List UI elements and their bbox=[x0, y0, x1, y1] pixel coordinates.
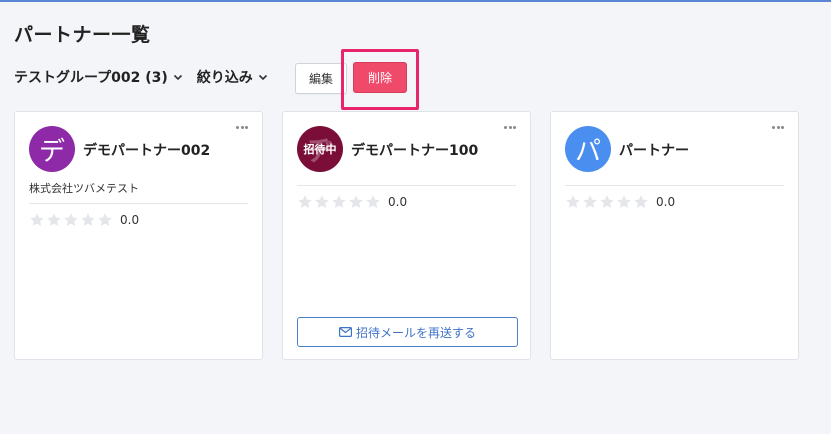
divider bbox=[297, 185, 516, 186]
chevron-down-icon bbox=[173, 74, 182, 81]
rating: 0.0 bbox=[565, 194, 675, 210]
avatar: デ bbox=[29, 126, 75, 172]
star-icon bbox=[600, 195, 614, 208]
more-menu-icon[interactable] bbox=[504, 126, 516, 130]
star-icon bbox=[298, 195, 312, 208]
divider bbox=[565, 185, 784, 186]
star-icon bbox=[81, 213, 95, 226]
star-icon bbox=[349, 195, 363, 208]
group-select-label: テストグループ002 (3) bbox=[14, 70, 168, 86]
resend-invite-button[interactable]: 招待メールを再送する bbox=[297, 317, 518, 347]
star-rating bbox=[297, 194, 382, 210]
star-icon bbox=[315, 195, 329, 208]
chevron-down-icon bbox=[258, 74, 267, 81]
group-select-dropdown[interactable]: テストグループ002 (3) bbox=[14, 67, 183, 87]
partner-name[interactable]: パートナー bbox=[619, 140, 689, 160]
star-icon bbox=[617, 195, 631, 208]
more-menu-icon[interactable] bbox=[772, 126, 784, 130]
edit-button[interactable]: 編集 bbox=[295, 63, 347, 94]
company-name: 株式会社ツバメテスト bbox=[29, 182, 139, 195]
delete-button[interactable]: 削除 bbox=[353, 62, 407, 93]
avatar: ヂ 招待中 bbox=[297, 126, 343, 172]
page-title: パートナー一覧 bbox=[14, 24, 151, 46]
resend-invite-label: 招待メールを再送する bbox=[355, 325, 476, 340]
rating-value: 0.0 bbox=[388, 195, 408, 209]
divider bbox=[29, 203, 248, 204]
star-icon bbox=[332, 195, 346, 208]
avatar: パ bbox=[565, 126, 611, 172]
partner-name[interactable]: デモパートナー100 bbox=[351, 140, 478, 160]
star-icon bbox=[566, 195, 580, 208]
partner-card[interactable]: パ パートナー 0.0 bbox=[550, 111, 799, 360]
star-rating bbox=[29, 212, 114, 228]
star-icon bbox=[634, 195, 648, 208]
partner-card[interactable]: ヂ 招待中 デモパートナー100 0.0 招待メールを再送する bbox=[282, 111, 531, 360]
rating: 0.0 bbox=[297, 194, 407, 210]
filter-label: 絞り込み bbox=[196, 70, 253, 86]
partner-name[interactable]: デモパートナー002 bbox=[83, 140, 210, 160]
star-icon bbox=[47, 213, 61, 226]
star-icon bbox=[30, 213, 44, 226]
rating-value: 0.0 bbox=[120, 213, 140, 227]
invited-badge: 招待中 bbox=[303, 143, 337, 156]
rating-value: 0.0 bbox=[656, 195, 676, 209]
star-icon bbox=[583, 195, 597, 208]
partner-card[interactable]: デ デモパートナー002 株式会社ツバメテスト 0.0 bbox=[14, 111, 263, 360]
star-icon bbox=[64, 213, 78, 226]
top-accent-line bbox=[0, 0, 831, 2]
rating: 0.0 bbox=[29, 212, 139, 228]
more-menu-icon[interactable] bbox=[236, 126, 248, 130]
toolbar: テストグループ002 (3) 絞り込み bbox=[14, 62, 268, 92]
star-icon bbox=[98, 213, 112, 226]
star-icon bbox=[366, 195, 380, 208]
star-rating bbox=[565, 194, 650, 210]
mail-icon bbox=[338, 327, 352, 337]
filter-dropdown[interactable]: 絞り込み bbox=[197, 67, 268, 87]
